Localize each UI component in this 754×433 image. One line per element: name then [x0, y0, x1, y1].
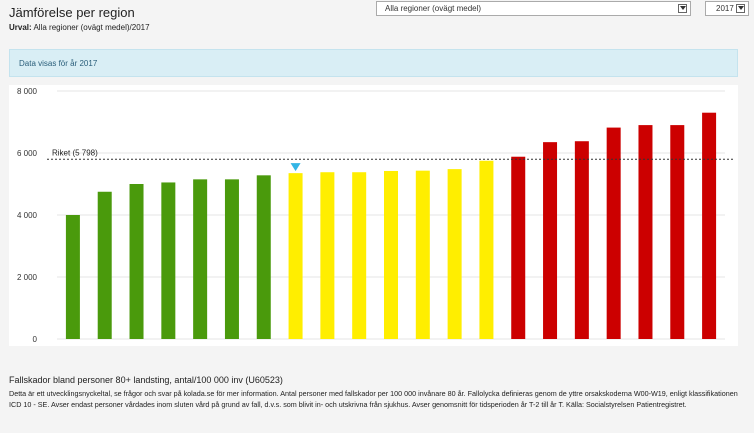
bar [97, 191, 112, 339]
bar [384, 170, 398, 339]
selection-label: Urval: [9, 23, 32, 32]
chevron-down-icon[interactable] [678, 4, 687, 13]
selection-value: Alla regioner (ovägt medel)/2017 [33, 23, 150, 32]
bar [129, 184, 144, 339]
reference-line-label: Riket (5 798) [52, 148, 98, 157]
page-title: Jämförelse per region [9, 5, 135, 20]
bar-chart: 0 2 000 4 000 6 000 8 000 Riket (5 798) [17, 87, 733, 344]
info-banner: Data visas för år 2017 [9, 49, 738, 77]
bar [320, 172, 335, 339]
selected-region-marker-icon [290, 163, 301, 172]
bar [447, 169, 462, 339]
bar [256, 175, 271, 339]
indicator-description: Detta är ett utvecklingsnyckeltal, se fr… [9, 389, 738, 409]
bar [638, 125, 653, 339]
indicator-title: Fallskador bland personer 80+ landsting,… [9, 375, 283, 385]
y-tick-label: 8 000 [17, 87, 38, 96]
region-select-value: Alla regioner (ovägt medel) [385, 4, 482, 13]
bar [702, 112, 717, 339]
year-select[interactable]: 2017 [705, 1, 749, 16]
bar [224, 179, 239, 339]
bar [65, 215, 80, 339]
bar [415, 170, 430, 339]
bar [543, 142, 558, 339]
y-tick-label: 4 000 [17, 211, 38, 220]
chart-panel: 0 2 000 4 000 6 000 8 000 Riket (5 798) [9, 85, 738, 346]
bar [352, 172, 367, 339]
year-select-value: 2017 [716, 4, 734, 13]
selection-summary: Urval: Alla regioner (ovägt medel)/2017 [9, 23, 150, 32]
chevron-down-icon[interactable] [736, 4, 745, 13]
bar [670, 125, 685, 339]
region-select[interactable]: Alla regioner (ovägt medel) [376, 1, 691, 16]
y-tick-label: 0 [33, 335, 38, 344]
y-tick-label: 2 000 [17, 273, 38, 282]
bar [479, 160, 494, 339]
bar [574, 141, 589, 339]
bar [511, 156, 526, 339]
bar [193, 179, 208, 339]
bar [288, 173, 303, 339]
bar [161, 182, 176, 339]
y-tick-label: 6 000 [17, 149, 38, 158]
